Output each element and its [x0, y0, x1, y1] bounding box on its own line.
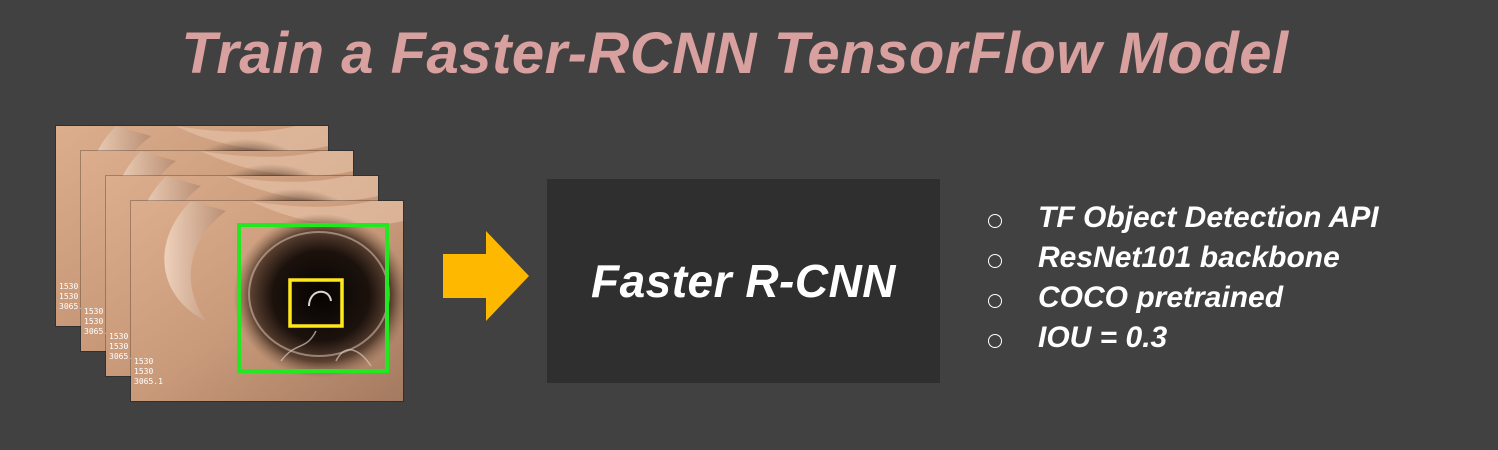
image-overlay-text: 1530 [59, 282, 78, 291]
slide-title: Train a Faster-RCNN TensorFlow Model [181, 21, 1289, 86]
bullet-circle-icon [988, 294, 1002, 308]
image-overlay-text: 1530 [134, 357, 153, 366]
image-overlay-text: 1530 [109, 332, 128, 341]
list-item-label: IOU = 0.3 [1038, 321, 1168, 354]
model-label: Faster R-CNN [590, 255, 897, 307]
image-overlay-text: 3065.1 [134, 377, 163, 386]
image-overlay-text: 1530 [134, 367, 153, 376]
feature-list: TF Object Detection API ResNet101 backbo… [988, 198, 1379, 358]
model-box: Faster R-CNN [547, 179, 940, 383]
image-overlay-text: 1530 [109, 342, 128, 351]
list-item-label: TF Object Detection API [1038, 201, 1379, 234]
list-item-label: COCO pretrained [1038, 281, 1284, 314]
bullet-circle-icon [988, 334, 1002, 348]
image-overlay-text: 1530 [84, 307, 103, 316]
image-overlay-text: 1530 [59, 292, 78, 301]
image-overlay-text: 1530 [84, 317, 103, 326]
bullet-circle-icon [988, 254, 1002, 268]
list-item: ResNet101 backbone [988, 238, 1379, 278]
list-item: TF Object Detection API [988, 198, 1379, 238]
endoscopy-image: 153015303065.1 [131, 201, 403, 401]
right-arrow-icon [443, 231, 529, 321]
list-item: IOU = 0.3 [988, 318, 1379, 358]
image-frame-front: 1530 1530 3065.1 [131, 201, 403, 401]
bullet-circle-icon [988, 214, 1002, 228]
list-item: COCO pretrained [988, 278, 1379, 318]
list-item-label: ResNet101 backbone [1038, 241, 1340, 274]
